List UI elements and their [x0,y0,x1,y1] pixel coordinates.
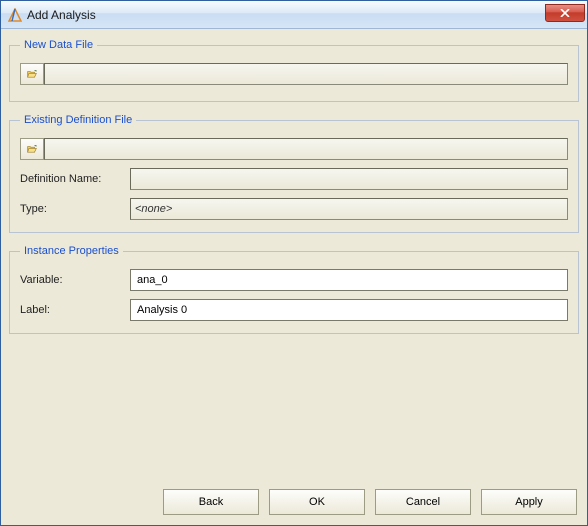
titlebar: Add Analysis [1,1,587,29]
label-row: Label: [20,299,568,321]
type-row: Type: <none> [20,198,568,220]
existing-definition-file-path-input[interactable] [44,138,568,160]
open-new-data-file-button[interactable] [20,63,44,85]
back-button[interactable]: Back [163,489,259,515]
close-icon [560,9,570,17]
definition-name-row: Definition Name: [20,168,568,190]
group-instance-properties: Instance Properties Variable: Label: [9,245,579,334]
open-existing-definition-file-button[interactable] [20,138,44,160]
new-data-file-row [20,63,568,85]
group-legend: Existing Definition File [20,114,136,126]
new-data-file-path-input[interactable] [44,63,568,85]
client-area: New Data File Existing Definition File [1,29,587,525]
dialog-window: Add Analysis New Data File [0,0,588,526]
apply-button[interactable]: Apply [481,489,577,515]
type-label: Type: [20,203,130,215]
variable-row: Variable: [20,269,568,291]
folder-open-icon [27,142,37,156]
folder-open-icon [27,67,37,81]
group-legend: Instance Properties [20,245,123,257]
label-input[interactable] [130,299,568,321]
app-icon [7,7,23,23]
label-label: Label: [20,304,130,316]
type-display: <none> [130,198,568,220]
ok-button[interactable]: OK [269,489,365,515]
spacer [9,342,579,483]
group-new-data-file: New Data File [9,39,579,102]
button-bar: Back OK Cancel Apply [9,483,579,517]
group-legend: New Data File [20,39,97,51]
definition-name-display [130,168,568,190]
group-existing-definition-file: Existing Definition File Definition Name… [9,114,579,233]
cancel-button[interactable]: Cancel [375,489,471,515]
existing-definition-file-row [20,138,568,160]
close-button[interactable] [545,4,585,22]
variable-input[interactable] [130,269,568,291]
window-title: Add Analysis [27,8,545,22]
definition-name-label: Definition Name: [20,173,130,185]
variable-label: Variable: [20,274,130,286]
